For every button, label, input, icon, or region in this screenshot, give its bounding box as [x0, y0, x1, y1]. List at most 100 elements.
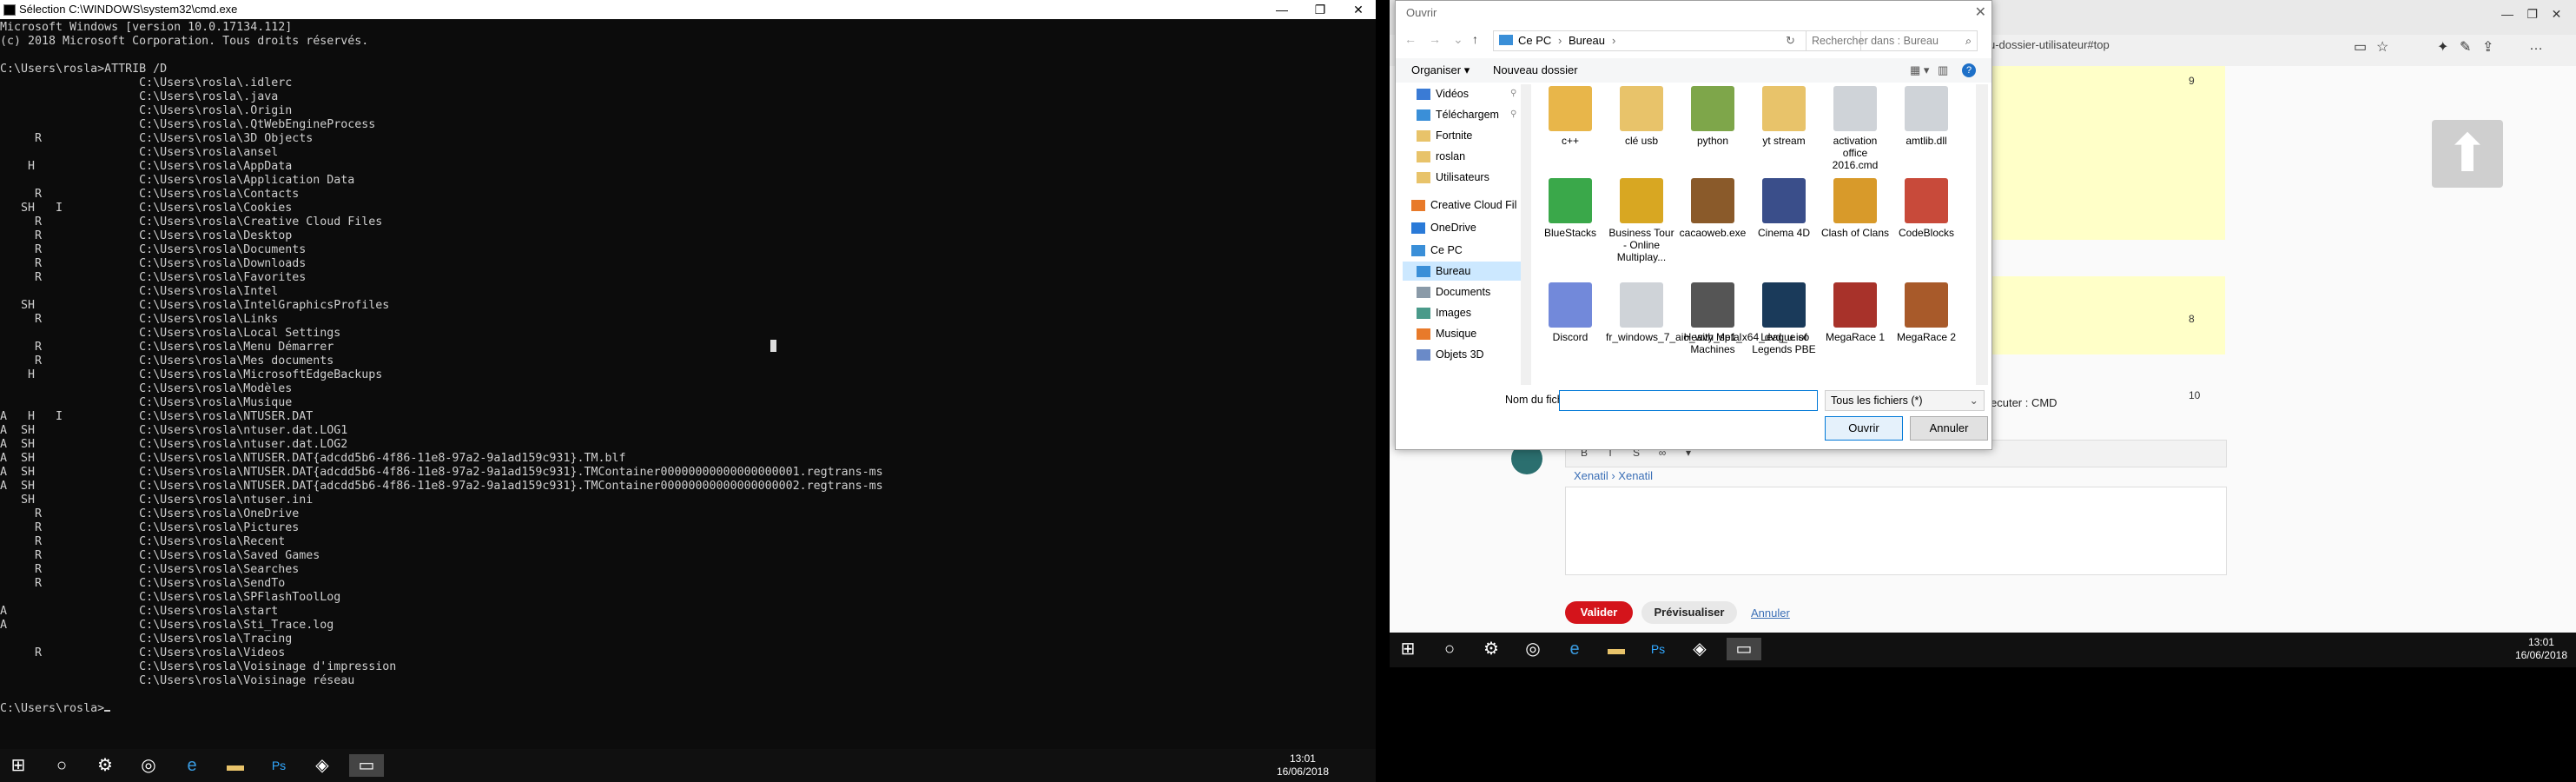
- favorites-hub-icon[interactable]: ✦: [2437, 38, 2448, 56]
- cortana-icon[interactable]: ○: [1438, 638, 1461, 660]
- address-bar[interactable]: u-dossier-utilisateur#top: [1989, 38, 2110, 51]
- nav-item[interactable]: Téléchargem ⚲: [1403, 105, 1524, 124]
- breadcrumb-bureau[interactable]: Bureau: [1569, 31, 1605, 50]
- filetype-select[interactable]: Tous les fichiers (*) ⌄: [1825, 390, 1985, 411]
- nav-item[interactable]: Images: [1403, 303, 1524, 322]
- edge-icon[interactable]: e: [181, 754, 203, 777]
- annuler-link[interactable]: Annuler: [1751, 606, 1790, 620]
- nav-item[interactable]: Musique: [1403, 324, 1524, 343]
- nav-item[interactable]: roslan: [1403, 147, 1524, 166]
- cmd-output[interactable]: Microsoft Windows [version 10.0.17134.11…: [0, 21, 1376, 716]
- file-item[interactable]: BlueStacks: [1535, 178, 1606, 239]
- reply-textarea[interactable]: [1565, 487, 2227, 575]
- file-item[interactable]: Clash of Clans: [1820, 178, 1891, 239]
- file-item[interactable]: yt stream: [1748, 86, 1820, 147]
- view-icon[interactable]: ▦ ▾: [1910, 58, 1929, 83]
- filename-input[interactable]: [1559, 390, 1818, 411]
- restore-icon[interactable]: ❐: [1301, 0, 1339, 19]
- explorer-icon[interactable]: ▬: [1605, 638, 1628, 660]
- reading-view-icon[interactable]: ▭: [2354, 38, 2367, 56]
- file-item[interactable]: fr_windows_7_aio_with_sp1_x64_dvd_u.iso: [1606, 282, 1809, 343]
- back-icon[interactable]: ←: [1404, 32, 1417, 46]
- minimize-icon[interactable]: —: [1263, 0, 1301, 19]
- nav-item[interactable]: Ce PC: [1403, 241, 1524, 260]
- file-item[interactable]: activation office 2016.cmd: [1820, 86, 1891, 171]
- steam-icon[interactable]: ◎: [1522, 638, 1544, 660]
- nav-item[interactable]: Bureau: [1403, 262, 1524, 281]
- browser-window-controls[interactable]: — ❐ ✕: [2501, 7, 2561, 22]
- previsualiser-button[interactable]: Prévisualiser: [1641, 601, 1737, 624]
- nav-scrollbar[interactable]: [1521, 84, 1531, 385]
- share-icon[interactable]: ⇪: [2482, 38, 2493, 56]
- file-scrollbar[interactable]: [1976, 84, 1988, 385]
- file-item[interactable]: clé usb: [1606, 86, 1677, 147]
- close-icon[interactable]: ✕: [1339, 0, 1377, 19]
- file-item[interactable]: Discord: [1535, 282, 1606, 343]
- nav-item[interactable]: Objets 3D: [1403, 345, 1524, 364]
- cmd-line: R C:\Users\rosla\Recent: [0, 535, 286, 548]
- cortana-icon[interactable]: ○: [50, 754, 73, 777]
- file-icon: [1905, 282, 1948, 328]
- cmd-taskbar-icon[interactable]: ▭: [1727, 638, 1761, 660]
- new-folder-button[interactable]: Nouveau dossier: [1493, 58, 1578, 83]
- help-icon[interactable]: ?: [1962, 63, 1976, 77]
- forward-icon[interactable]: →: [1429, 32, 1441, 46]
- file-item[interactable]: Heavy Metal Machines: [1677, 282, 1748, 355]
- gear-icon[interactable]: ⚙: [1480, 638, 1503, 660]
- cmd-line: C:\Users\rosla\Musique: [0, 396, 293, 409]
- file-item[interactable]: Cinema 4D: [1748, 178, 1820, 239]
- pen-icon[interactable]: ✎: [2460, 38, 2471, 56]
- file-item[interactable]: cacaoweb.exe: [1677, 178, 1748, 239]
- dialog-titlebar[interactable]: Ouvrir ✕: [1396, 1, 1991, 25]
- mention-link[interactable]: Xenatil › Xenatil: [1574, 469, 1653, 482]
- refresh-icon[interactable]: ↻: [1786, 31, 1795, 50]
- nav-item[interactable]: Fortnite: [1403, 126, 1524, 145]
- file-item[interactable]: MegaRace 1: [1820, 282, 1891, 343]
- valider-button[interactable]: Valider: [1565, 601, 1633, 624]
- cmd-titlebar[interactable]: Sélection C:\WINDOWS\system32\cmd.exe — …: [0, 0, 1376, 19]
- explorer-icon[interactable]: ▬: [224, 754, 247, 777]
- file-icon: [1549, 282, 1592, 328]
- windows-start-icon[interactable]: ⊞: [7, 754, 30, 777]
- favorite-star-icon[interactable]: ☆: [2376, 38, 2388, 56]
- steam-icon[interactable]: ◎: [137, 754, 160, 777]
- close-icon[interactable]: ✕: [1975, 1, 1986, 25]
- preview-pane-icon[interactable]: ▥: [1938, 58, 1948, 83]
- gear-icon[interactable]: ⚙: [94, 754, 116, 777]
- nav-item[interactable]: Utilisateurs: [1403, 168, 1524, 187]
- cancel-button[interactable]: Annuler: [1910, 416, 1988, 441]
- more-icon[interactable]: …: [2529, 38, 2543, 54]
- file-item[interactable]: CodeBlocks: [1891, 178, 1962, 239]
- cmd-line: C:\Users\rosla\Voisinage d'impression: [0, 660, 397, 673]
- cmd-taskbar-icon[interactable]: ▭: [349, 754, 384, 777]
- ouvrir-button[interactable]: Ouvrir: [1825, 416, 1903, 441]
- file-item[interactable]: c++: [1535, 86, 1606, 147]
- file-item[interactable]: python: [1677, 86, 1748, 147]
- taskbar-clock[interactable]: 13:01 16/06/2018: [1277, 752, 1329, 779]
- chevron-down-icon[interactable]: ⌄: [1453, 32, 1463, 47]
- file-item[interactable]: amtlib.dll: [1891, 86, 1962, 147]
- breadcrumb-ce-pc[interactable]: Ce PC: [1518, 31, 1551, 50]
- app-icon[interactable]: ◈: [311, 754, 334, 777]
- windows-start-icon[interactable]: ⊞: [1397, 638, 1419, 660]
- app-icon[interactable]: ◈: [1688, 638, 1711, 660]
- nav-item[interactable]: OneDrive: [1403, 218, 1524, 237]
- file-label: c++: [1561, 135, 1579, 147]
- file-item[interactable]: MegaRace 2: [1891, 282, 1962, 343]
- file-item[interactable]: Business Tour - Online Multiplay...: [1606, 178, 1677, 263]
- nav-item[interactable]: Creative Cloud Fil: [1403, 196, 1524, 215]
- edge-icon[interactable]: e: [1563, 638, 1586, 660]
- cmd-line: SH C:\Users\rosla\ntuser.ini: [0, 494, 314, 507]
- search-input[interactable]: Rechercher dans : Bureau ⌕: [1806, 30, 1978, 51]
- up-icon[interactable]: ↑: [1472, 32, 1478, 46]
- nav-item[interactable]: Documents: [1403, 282, 1524, 302]
- organiser-button[interactable]: Organiser ▾: [1411, 58, 1470, 83]
- folder-icon: [1417, 151, 1430, 162]
- nav-item[interactable]: Vidéos ⚲: [1403, 84, 1524, 103]
- scroll-top-arrow-icon[interactable]: ⬆: [2432, 120, 2503, 188]
- nav-item-label: Images: [1436, 307, 1471, 319]
- photoshop-icon[interactable]: Ps: [268, 754, 290, 777]
- file-item[interactable]: League of Legends PBE: [1748, 282, 1820, 355]
- taskbar-clock[interactable]: 13:01 16/06/2018: [2515, 636, 2567, 662]
- photoshop-icon[interactable]: Ps: [1647, 638, 1669, 660]
